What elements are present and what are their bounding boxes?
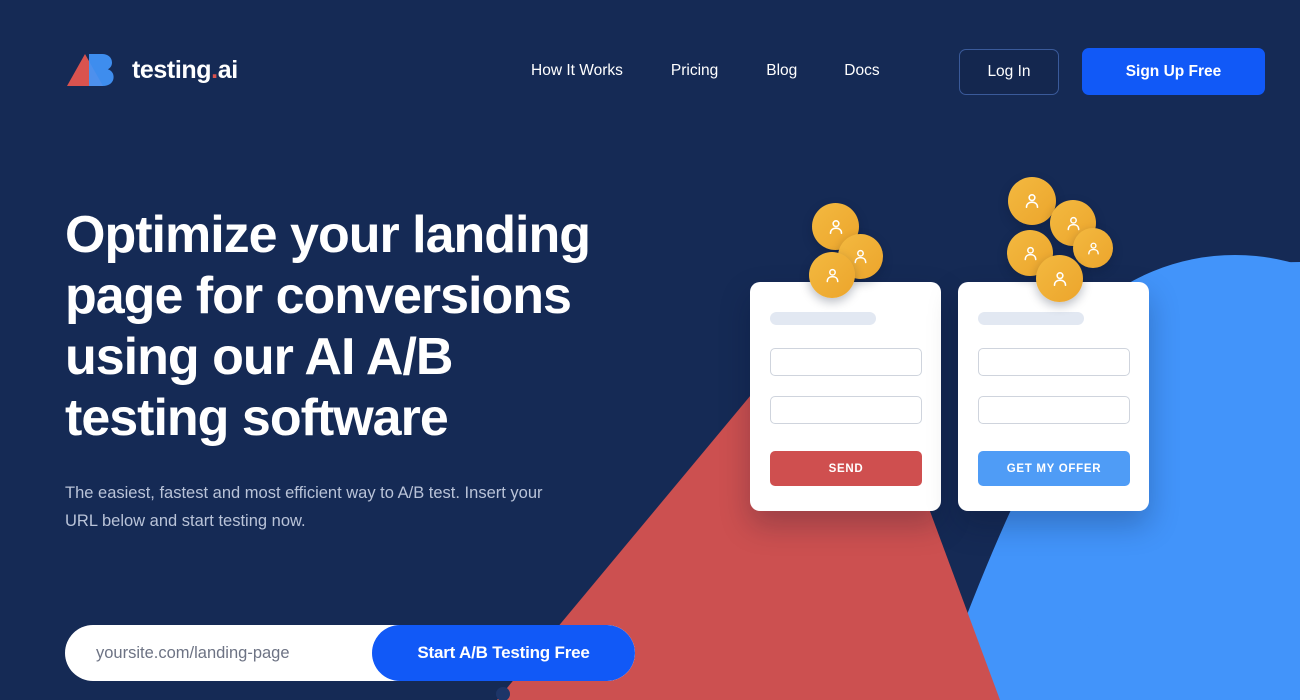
main-navigation: How It Works Pricing Blog Docs: [531, 56, 880, 86]
nav-item-blog[interactable]: Blog: [766, 56, 797, 86]
site-header: testing.ai How It Works Pricing Blog Doc…: [0, 0, 1300, 140]
nav-item-how-it-works[interactable]: How It Works: [531, 56, 623, 86]
hero-subtitle: The easiest, fastest and most efficient …: [65, 484, 543, 530]
variant-b-submit-button[interactable]: GET MY OFFER: [978, 451, 1130, 486]
rounded-b-icon: [89, 54, 114, 86]
logo[interactable]: testing.ai: [65, 52, 238, 88]
start-testing-button[interactable]: Start A/B Testing Free: [372, 625, 635, 681]
logo-text: testing.ai: [132, 55, 238, 84]
url-input[interactable]: [65, 625, 372, 681]
logo-text-name: testing: [132, 55, 212, 84]
variant-a-title-placeholder: [770, 312, 876, 325]
variant-a-submit-button[interactable]: SEND: [770, 451, 922, 486]
signup-button[interactable]: Sign Up Free: [1082, 48, 1265, 95]
variant-b-title-placeholder: [978, 312, 1084, 325]
variant-b-card: GET MY OFFER: [958, 282, 1149, 511]
url-cta-form: Start A/B Testing Free: [65, 625, 635, 681]
auth-actions: Log In Sign Up Free: [959, 48, 1265, 95]
variant-a-card: SEND: [750, 282, 941, 511]
variant-a-field-1[interactable]: [770, 348, 922, 376]
logo-mark: [65, 52, 121, 88]
variant-b-field-1[interactable]: [978, 348, 1130, 376]
nav-item-pricing[interactable]: Pricing: [671, 56, 718, 86]
variant-b-field-2[interactable]: [978, 396, 1130, 424]
login-button[interactable]: Log In: [959, 48, 1059, 95]
blue-blob-fill: [1150, 330, 1300, 700]
hero-section: Optimize your landing page for conversio…: [65, 205, 625, 535]
variant-a-field-2[interactable]: [770, 396, 922, 424]
logo-text-suffix: ai: [217, 55, 238, 84]
logo-ab-icon: [67, 54, 114, 86]
nav-item-docs[interactable]: Docs: [844, 56, 879, 86]
page-title: Optimize your landing page for conversio…: [65, 206, 591, 447]
